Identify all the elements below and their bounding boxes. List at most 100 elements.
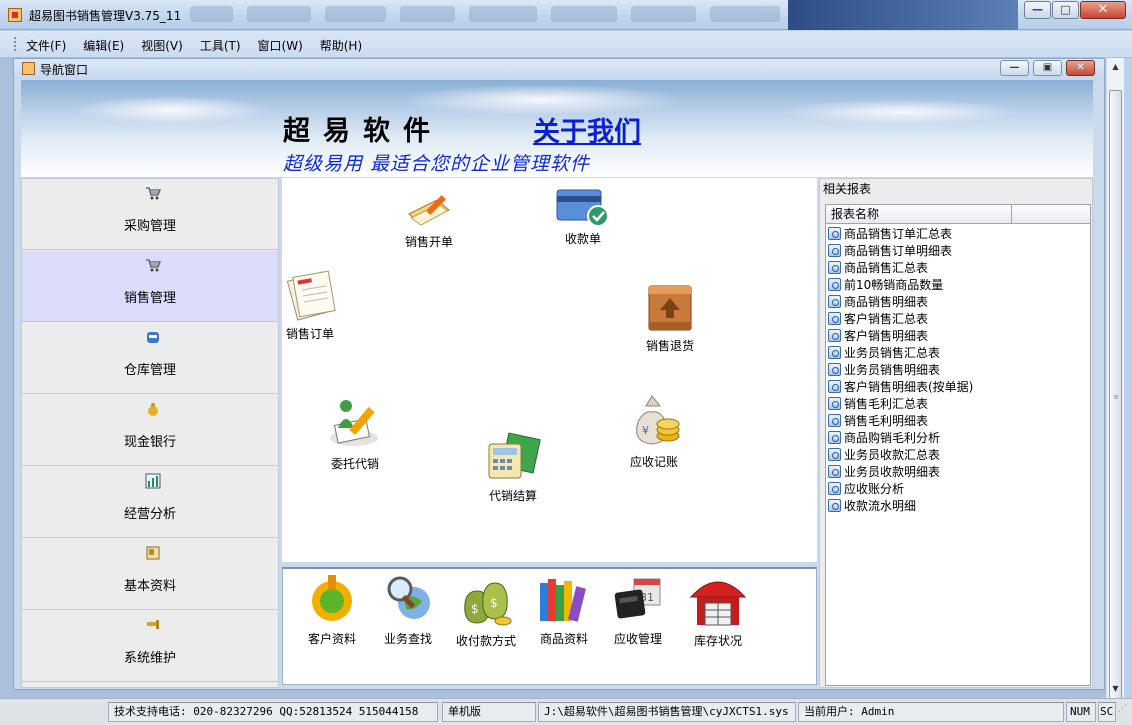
- product-data-button[interactable]: 商品资料: [529, 573, 599, 647]
- money-bags-icon: $ $: [464, 582, 512, 626]
- report-item[interactable]: 应收账分析: [828, 481, 904, 498]
- customer-icon: [312, 575, 352, 621]
- report-icon: [828, 499, 841, 512]
- tile-label: 销售开单: [404, 235, 453, 249]
- list-header: 报表名称: [826, 205, 1090, 224]
- cart-icon: [146, 259, 161, 272]
- menu-edit[interactable]: 编辑(E): [83, 37, 124, 54]
- report-item[interactable]: 商品销售明细表: [828, 294, 928, 311]
- nav-label: 现金银行: [123, 435, 176, 450]
- sales-return-tile[interactable]: 销售退货: [632, 282, 708, 354]
- report-item[interactable]: 业务员销售汇总表: [828, 345, 940, 362]
- tool-label: 应收管理: [613, 632, 662, 646]
- function-area: 销售开单 收款单 销售订单 销售退货 委托代销 ¥ 应收记账 代销结算: [282, 178, 817, 562]
- minimize-icon: —: [1009, 62, 1020, 73]
- nav-label: 系统维护: [123, 651, 176, 666]
- status-bar: 技术支持电话: 020-82327296 QQ:52813524 5150441…: [0, 698, 1132, 725]
- slogan: 超级易用 最适合您的企业管理软件: [283, 153, 591, 175]
- column-header-report-name[interactable]: 报表名称: [826, 205, 1012, 223]
- tile-label: 委托代销: [330, 457, 379, 471]
- report-item[interactable]: 前10畅销商品数量: [828, 277, 943, 294]
- menu-tools[interactable]: 工具(T): [200, 37, 241, 54]
- consignment-tile[interactable]: 委托代销: [322, 396, 388, 472]
- nav-item-purchase[interactable]: 采购管理: [22, 179, 278, 250]
- report-icon: [828, 346, 841, 359]
- nav-item-basic-data[interactable]: 基本资料: [22, 539, 278, 610]
- report-item[interactable]: 商品销售汇总表: [828, 260, 928, 277]
- receivable-tile[interactable]: ¥ 应收记账: [616, 392, 692, 470]
- child-close-button[interactable]: ✕: [1066, 60, 1095, 76]
- warehouse-icon: [147, 332, 159, 343]
- minimize-button[interactable]: —: [1024, 1, 1051, 19]
- about-us-link[interactable]: 关于我们: [533, 110, 641, 149]
- nav-item-system[interactable]: 系统维护: [22, 611, 278, 682]
- report-item[interactable]: 收款流水明细: [828, 498, 916, 515]
- books-icon: [540, 579, 586, 622]
- query-button[interactable]: 业务查找: [373, 573, 443, 647]
- nav-label: 经营分析: [123, 507, 176, 522]
- child-minimize-button[interactable]: —: [1000, 60, 1029, 76]
- scroll-thumb[interactable]: ≡: [1109, 90, 1122, 710]
- receipt-card-icon: [556, 189, 609, 227]
- report-item[interactable]: 商品销售订单汇总表: [828, 226, 952, 243]
- current-user: 当前用户: Admin: [798, 702, 1064, 722]
- return-box-icon: [648, 285, 692, 331]
- navigation-window-title: 导航窗口: [40, 63, 89, 77]
- sales-order-tile[interactable]: 销售订单: [286, 268, 356, 342]
- nav-item-warehouse[interactable]: 仓库管理: [22, 323, 278, 394]
- warehouse-building-icon: [689, 581, 747, 626]
- maximize-button[interactable]: □: [1052, 1, 1079, 19]
- nav-item-analysis[interactable]: 经营分析: [22, 467, 278, 538]
- customer-data-button[interactable]: 客户资料: [297, 573, 367, 647]
- navigation-window: 导航窗口 — ▣ ✕ 超易软件 关于我们 超级易用 最适合您的企业管理软件 采购…: [13, 58, 1105, 690]
- close-icon: ✕: [1097, 2, 1109, 17]
- folder-icon: [146, 546, 160, 560]
- report-item[interactable]: 销售毛利明细表: [828, 413, 928, 430]
- menu-grip[interactable]: [14, 37, 17, 51]
- report-item[interactable]: 销售毛利汇总表: [828, 396, 928, 413]
- menu-help[interactable]: 帮助(H): [320, 37, 362, 54]
- consign-settle-tile[interactable]: 代销结算: [478, 430, 548, 504]
- report-item[interactable]: 客户销售汇总表: [828, 311, 928, 328]
- report-item[interactable]: 业务员收款明细表: [828, 464, 940, 481]
- svg-text:¥: ¥: [642, 424, 649, 437]
- maximize-icon: □: [1060, 3, 1071, 16]
- payment-method-button[interactable]: $ $ 收付款方式: [449, 573, 523, 649]
- nav-item-cash-bank[interactable]: 现金银行: [22, 395, 278, 466]
- sales-invoice-tile[interactable]: 销售开单: [394, 190, 464, 250]
- scroll-up-icon[interactable]: ▲: [1107, 58, 1124, 75]
- menu-view[interactable]: 视图(V): [141, 37, 183, 54]
- stock-status-button[interactable]: 库存状况: [683, 573, 753, 649]
- navigation-window-titlebar: 导航窗口 — ▣ ✕: [14, 59, 1104, 79]
- report-item[interactable]: 业务员收款汇总表: [828, 447, 940, 464]
- menu-file[interactable]: 文件(F): [26, 37, 66, 54]
- vertical-scrollbar[interactable]: ▲ ≡ ▼: [1106, 58, 1124, 710]
- ar-management-button[interactable]: 31 应收管理: [603, 573, 673, 647]
- report-item[interactable]: 业务员销售明细表: [828, 362, 940, 379]
- nav-label: 销售管理: [123, 291, 176, 306]
- menu-bar: 文件(F) 编辑(E) 视图(V) 工具(T) 窗口(W) 帮助(H): [0, 31, 1132, 58]
- nav-label: 采购管理: [123, 219, 176, 234]
- calculator-icon: [488, 432, 541, 479]
- tool-label: 库存状况: [693, 634, 742, 648]
- scroll-down-icon[interactable]: ▼: [1107, 680, 1124, 697]
- report-icon: [828, 312, 841, 325]
- app-icon[interactable]: [8, 8, 22, 22]
- report-item[interactable]: 商品购销毛利分析: [828, 430, 940, 447]
- report-item[interactable]: 商品销售订单明细表: [828, 243, 952, 260]
- receipt-tile[interactable]: 收款单: [550, 184, 616, 247]
- nav-item-sales[interactable]: 销售管理: [22, 251, 278, 322]
- report-icon: [828, 329, 841, 342]
- report-item[interactable]: 客户销售明细表(按单据): [828, 379, 973, 396]
- report-icon: [828, 448, 841, 461]
- close-button[interactable]: ✕: [1080, 1, 1126, 19]
- tile-label: 应收记账: [629, 455, 678, 469]
- report-item[interactable]: 客户销售明细表: [828, 328, 928, 345]
- report-icon: [828, 431, 841, 444]
- resize-grip-icon[interactable]: ⋰: [1118, 705, 1130, 721]
- menu-window[interactable]: 窗口(W): [258, 37, 303, 54]
- child-restore-button[interactable]: ▣: [1033, 60, 1062, 76]
- header-banner: 超易软件 关于我们 超级易用 最适合您的企业管理软件: [21, 80, 1093, 177]
- svg-text:$: $: [471, 602, 479, 616]
- nav-label: 仓库管理: [123, 363, 176, 378]
